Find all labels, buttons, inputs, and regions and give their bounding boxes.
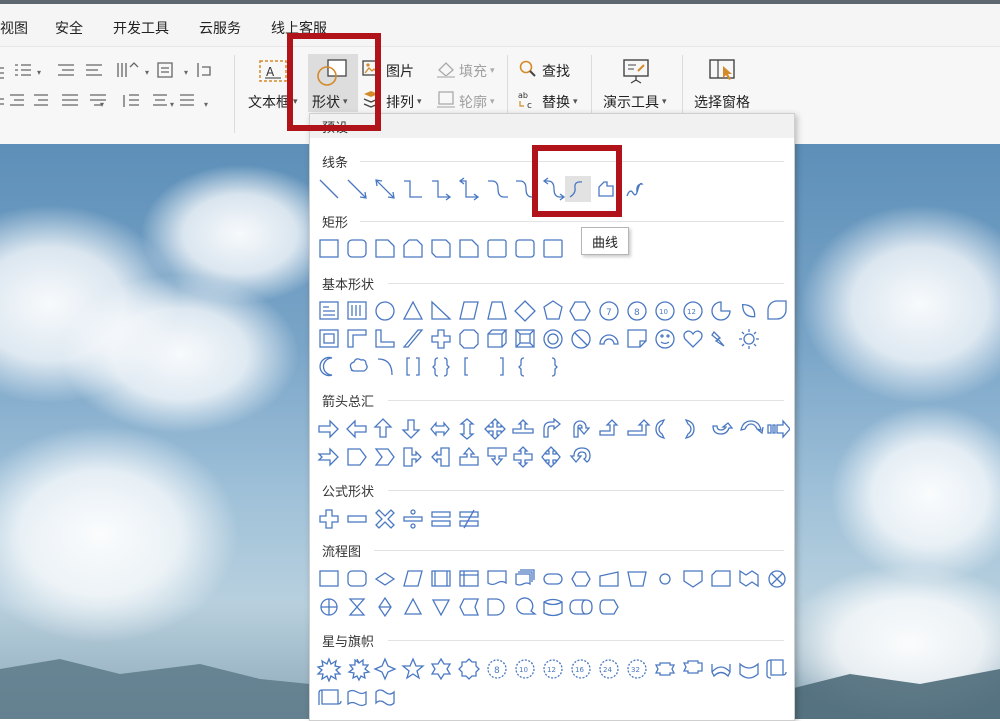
textbox-icon: A — [259, 60, 287, 82]
divider — [374, 550, 784, 551]
arrows-row-1 — [318, 417, 790, 440]
section-title-stars-banners: 星与旗帜 — [322, 635, 375, 650]
picture-button[interactable]: 图片 — [386, 61, 414, 81]
textbox-label: 文本框 — [248, 95, 290, 111]
flowchart-row-2 — [320, 596, 619, 618]
stars-banners-row-2 — [318, 689, 395, 707]
cloud — [830, 404, 1000, 584]
svg-text:8: 8 — [494, 666, 500, 676]
arrange-button[interactable]: 排列 ▾ — [386, 92, 422, 112]
menu-cloud-service[interactable]: 云服务 — [199, 18, 241, 38]
highlight-curve-tool — [532, 145, 622, 217]
find-button[interactable]: 查找 — [542, 61, 570, 81]
dropdown-header: 预设 — [310, 114, 794, 138]
svg-text:▾: ▾ — [100, 100, 104, 109]
svg-text:▾: ▾ — [37, 68, 41, 77]
replace-button[interactable]: 替换 ▾ — [542, 92, 578, 112]
menu-view[interactable]: 视图 — [0, 18, 28, 38]
presentation-tools-icon — [623, 59, 649, 84]
svg-text:7: 7 — [606, 308, 612, 318]
search-icon — [519, 60, 536, 77]
basic-shapes-row-3 — [319, 356, 558, 377]
section-title-equation-shapes: 公式形状 — [322, 485, 375, 500]
divider — [388, 400, 784, 401]
svg-text:c: c — [527, 101, 532, 109]
replace-label: 替换 — [542, 95, 570, 111]
svg-text:12: 12 — [547, 666, 556, 674]
divider — [360, 221, 784, 222]
svg-text:8: 8 — [634, 308, 640, 318]
equation-shapes-row — [319, 509, 479, 529]
shape-scribble[interactable] — [621, 176, 647, 202]
divider — [388, 490, 784, 491]
divider — [388, 640, 784, 641]
outline-label: 轮廓 — [459, 95, 487, 111]
svg-text:▾: ▾ — [145, 68, 149, 77]
selection-pane-icon — [709, 59, 735, 80]
presentation-tools-button[interactable]: 演示工具 ▾ — [603, 92, 667, 112]
fill-button[interactable]: 填充 ▾ — [459, 61, 495, 81]
cloud — [800, 204, 1000, 404]
svg-text:32: 32 — [631, 666, 640, 674]
menu-security[interactable]: 安全 — [55, 18, 83, 38]
svg-text:24: 24 — [603, 666, 612, 674]
fill-label: 填充 — [459, 64, 487, 80]
section-title-basic-shapes: 基本形状 — [322, 278, 375, 293]
section-title-flowchart: 流程图 — [322, 545, 362, 560]
svg-text:ab: ab — [518, 91, 528, 100]
section-title-arrows: 箭头总汇 — [322, 395, 375, 410]
svg-text:▾: ▾ — [184, 68, 188, 77]
replace-icon: ab c — [518, 91, 532, 109]
stars-banners-row-1: 8 10 12 16 24 32 — [316, 657, 787, 682]
menu-bar: 视图 安全 开发工具 云服务 线上客服 — [0, 4, 1000, 46]
rectangles-row — [319, 239, 563, 258]
arrange-label: 排列 — [386, 95, 414, 111]
curve-tooltip: 曲线 — [581, 227, 629, 255]
svg-text:10: 10 — [519, 666, 528, 674]
section-title-lines: 线条 — [322, 156, 349, 171]
svg-text:A: A — [266, 65, 275, 79]
basic-shapes-row-1: 7 8 10 12 — [319, 300, 787, 322]
presentation-tools-label: 演示工具 — [603, 95, 659, 111]
cloud — [0, 424, 240, 644]
basic-shapes-row-2 — [319, 329, 759, 349]
outline-icon — [437, 91, 455, 108]
arrows-row-2 — [317, 446, 591, 468]
outline-button[interactable]: 轮廓 ▾ — [459, 92, 495, 112]
svg-text:12: 12 — [687, 308, 696, 316]
section-title-rectangles: 矩形 — [322, 216, 349, 231]
divider — [388, 283, 784, 284]
svg-text:16: 16 — [575, 666, 584, 674]
flowchart-row-1 — [319, 569, 786, 588]
paragraph-format-icons[interactable]: ▾ ▾ ▾ ▾ ▾ ▾ — [0, 59, 225, 111]
svg-text:▾: ▾ — [204, 100, 208, 109]
highlight-shape-button — [287, 33, 381, 131]
svg-text:10: 10 — [659, 308, 668, 316]
svg-text:▾: ▾ — [170, 100, 174, 109]
selection-pane-button[interactable]: 选择窗格 — [694, 92, 750, 112]
menu-dev-tools[interactable]: 开发工具 — [113, 18, 169, 38]
fill-icon — [437, 62, 455, 78]
